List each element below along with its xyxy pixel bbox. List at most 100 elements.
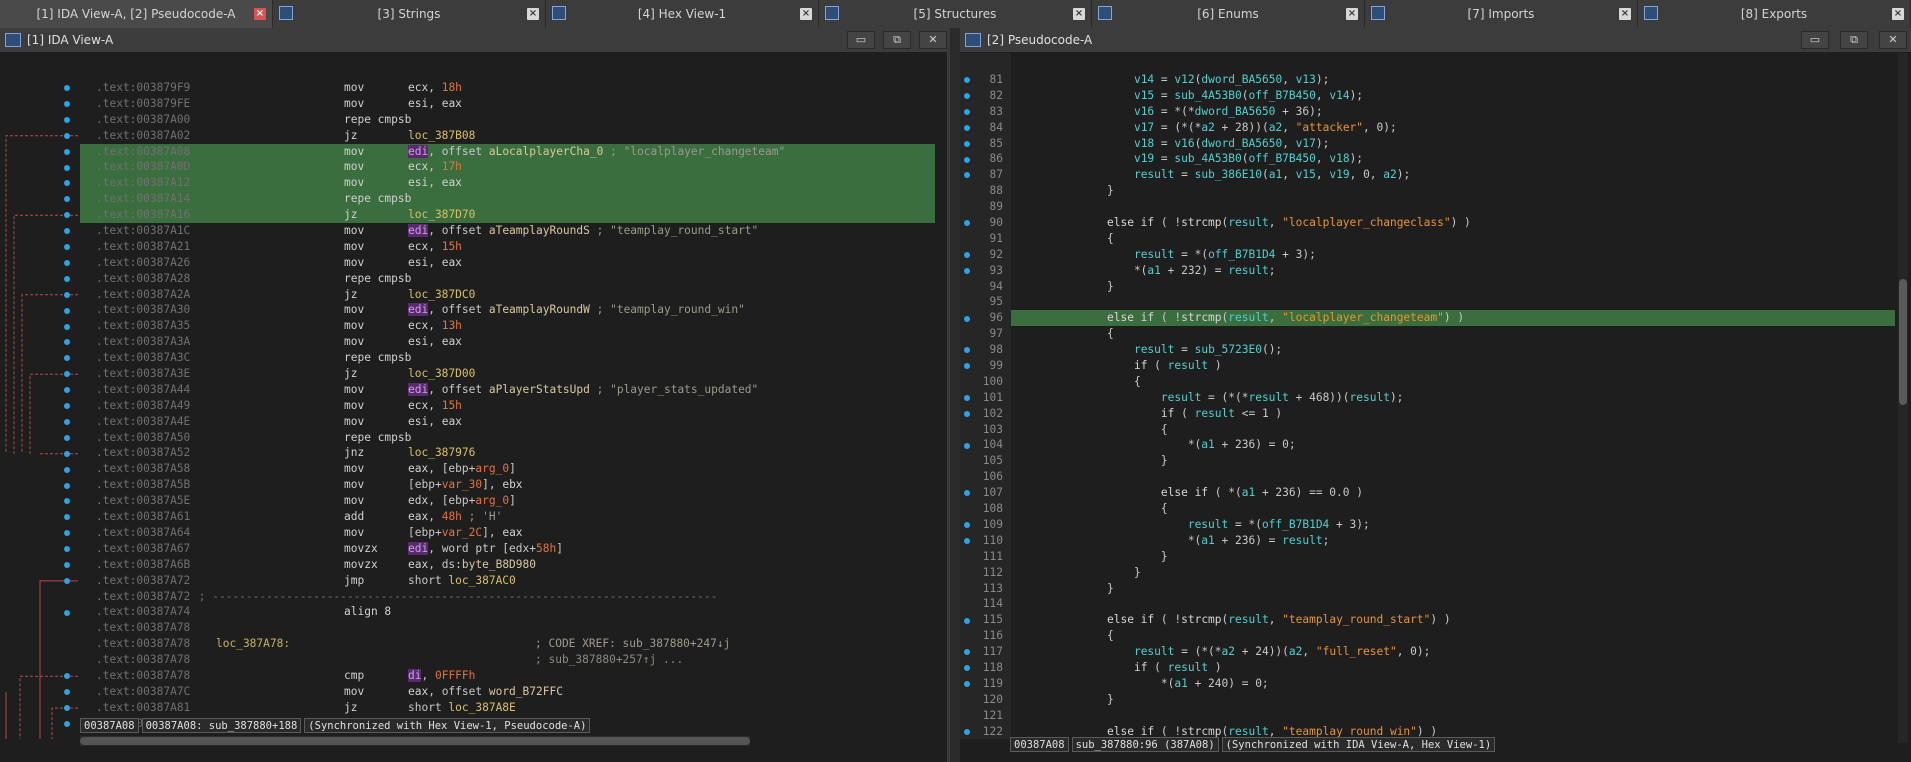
disasm-line[interactable]: .text:00387A3C repe cmpsb [80, 350, 935, 366]
breakpoint-dot[interactable] [964, 395, 970, 401]
token-v[interactable]: a1 [1269, 168, 1282, 181]
token-v[interactable]: off_B7B1D4 [1262, 518, 1329, 531]
operand-loc[interactable]: loc_387B08 [408, 129, 475, 142]
pseudocode-line[interactable]: 114 [960, 596, 1895, 612]
pseudocode-line[interactable]: 104 *(a1 + 236) = 0; [960, 437, 1895, 453]
token-v[interactable]: result [1134, 645, 1174, 658]
pseudocode-line[interactable]: 89 [960, 199, 1895, 215]
close-icon[interactable]: ✕ [919, 31, 947, 49]
pseudocode-line[interactable]: 107 else if ( *(a1 + 236) == 0.0 ) [960, 485, 1895, 501]
pseudocode-line[interactable]: 86 v19 = sub_4A53B0(off_B7B450, v18); [960, 151, 1895, 167]
pseudocode-line[interactable]: 83 v16 = *(*dword_BA5650 + 36); [960, 104, 1895, 120]
token-v[interactable]: dword_BA5650 [1201, 73, 1282, 86]
disasm-line[interactable]: .text:00387A78 [80, 620, 935, 636]
token-v[interactable]: a1 [1174, 677, 1187, 690]
disasm-line[interactable]: .text:00387A7C mov eax, offset word_B72FFC [80, 684, 935, 700]
token-v[interactable]: result [1188, 518, 1228, 531]
breakpoint-dot[interactable] [64, 291, 70, 298]
breakpoint-dot[interactable] [64, 482, 70, 489]
disasm-line[interactable]: .text:00387A50 repe cmpsb [80, 430, 935, 446]
tab-1[interactable]: [1] IDA View-A, [2] Pseudocode-A × [0, 0, 273, 28]
token-v[interactable]: result [1228, 311, 1268, 324]
disasm-line[interactable]: .text:00387A00 repe cmpsb [80, 112, 935, 128]
token-v[interactable]: v19 [1134, 152, 1154, 165]
pseudocode-line[interactable]: 90 else if ( !strcmp(result, "localplayer… [960, 215, 1895, 231]
operand-loc[interactable]: loc_387976 [408, 446, 475, 459]
disasm-line[interactable]: .text:00387A52 jnz loc_387976 [80, 445, 935, 461]
token-v[interactable]: dword_BA5650 [1195, 105, 1276, 118]
pseudocode-line[interactable]: 87 result = sub_386E10(a1, v15, v19, 0, … [960, 167, 1895, 183]
token-v[interactable]: result [1228, 216, 1268, 229]
disasm-line[interactable]: .text:00387A35 mov ecx, 13h [80, 318, 935, 334]
breakpoint-dot[interactable] [64, 275, 70, 282]
disasm-line[interactable]: .text:00387A3E jz loc_387D00 [80, 366, 935, 382]
breakpoint-dot[interactable] [64, 244, 70, 250]
token-v[interactable]: off_B7B450 [1249, 89, 1316, 102]
token-v[interactable]: sub_5723E0 [1195, 343, 1262, 356]
pseudocode-line[interactable]: 119 *(a1 + 240) = 0; [960, 676, 1895, 692]
pseudocode-line[interactable]: 95 [960, 294, 1895, 310]
operand-name[interactable]: aLocalplayerCha_0 [489, 145, 604, 158]
token-v[interactable]: a2 [1269, 121, 1282, 134]
token-v[interactable]: a2 [1222, 645, 1235, 658]
breakpoint-dot[interactable] [64, 418, 70, 425]
disasm-line[interactable]: .text:00387A74 align 8 [80, 604, 935, 620]
token-v[interactable]: off_B7B450 [1249, 152, 1316, 165]
disasm-line[interactable]: .text:00387A64 mov [ebp+var_2C], eax [80, 525, 935, 541]
token-v[interactable]: v17 [1134, 121, 1154, 134]
breakpoint-dot[interactable] [964, 442, 970, 449]
tab-close-icon[interactable]: × [800, 8, 812, 20]
breakpoint-dot[interactable] [64, 85, 70, 91]
breakpoint-dot[interactable] [964, 108, 970, 115]
operand-name[interactable]: word_B72FFC [489, 685, 563, 698]
disasm-line[interactable]: .text:003879F9 mov ecx, 18h [80, 80, 935, 96]
disasm-line[interactable]: .text:00387A1C mov edi, offset aTeamplayRo… [80, 223, 935, 239]
breakpoint-dot[interactable] [64, 307, 70, 314]
token-v[interactable]: result [1228, 725, 1268, 738]
pseudocode-line[interactable]: 110 *(a1 + 236) = result; [960, 533, 1895, 549]
breakpoint-dot[interactable] [964, 315, 970, 322]
pseudocode-line[interactable]: 91 { [960, 231, 1895, 247]
disasm-line[interactable]: .text:00387A81 jz short loc_387A8E [80, 700, 935, 716]
token-v[interactable]: a1 [1147, 264, 1160, 277]
token-v[interactable]: sub_4A53B0 [1174, 89, 1241, 102]
disasm-line[interactable]: .text:00387A21 mov ecx, 15h [80, 239, 935, 255]
token-v[interactable]: sub_4A53B0 [1174, 152, 1241, 165]
breakpoint-dot[interactable] [964, 728, 970, 735]
token-v[interactable]: v14 [1329, 89, 1349, 102]
disasm-line[interactable]: .text:00387A67 movzx edi, word ptr [edx+58… [80, 541, 935, 557]
breakpoint-dot[interactable] [64, 164, 70, 171]
breakpoint-dot[interactable] [964, 92, 970, 99]
token-v[interactable]: result [1161, 391, 1201, 404]
horizontal-scrollbar[interactable] [80, 736, 750, 746]
token-v[interactable]: v18 [1134, 137, 1154, 150]
tab-close-icon[interactable]: × [1892, 8, 1904, 20]
pseudocode-line[interactable]: 92 result = *(off_B7B1D4 + 3); [960, 247, 1895, 263]
token-v[interactable]: v16 [1134, 105, 1154, 118]
disasm-line[interactable]: .text:00387A61 add eax, 48h ; 'H' [80, 509, 935, 525]
pseudocode-line[interactable]: 102 if ( result <= 1 ) [960, 406, 1895, 422]
token-v[interactable]: result [1228, 264, 1268, 277]
operand-loc[interactable]: loc_387D00 [408, 367, 475, 380]
disasm-line[interactable]: .text:00387A4E mov esi, eax [80, 414, 935, 430]
tab-close-icon[interactable]: × [1073, 8, 1085, 20]
tab-7[interactable]: [8] Exports × [1638, 0, 1911, 28]
operand-name[interactable]: aTeamplayRoundS [489, 224, 590, 237]
operand-loc[interactable]: loc_387DC0 [408, 288, 475, 301]
breakpoint-dot[interactable] [64, 721, 70, 727]
pseudocode-line[interactable]: 121 [960, 708, 1895, 724]
token-v[interactable]: v12 [1174, 73, 1194, 86]
token-v[interactable]: off_B7B1D4 [1208, 248, 1275, 261]
breakpoint-dot[interactable] [64, 148, 70, 155]
tab-3[interactable]: [4] Hex View-1 × [546, 0, 819, 28]
token-v[interactable]: sub_386E10 [1195, 168, 1262, 181]
token-v[interactable]: result [1168, 359, 1208, 372]
token-v[interactable]: v18 [1329, 152, 1349, 165]
disasm-line[interactable]: .text:003879FE mov esi, eax [80, 96, 935, 112]
disassembly-view[interactable]: .text:003879F9 mov ecx, 18h .text:003879FE m… [0, 53, 935, 739]
pseudocode-line[interactable]: 108 { [960, 501, 1895, 517]
operand-loc[interactable]: loc_387AC0 [448, 574, 515, 587]
pseudocode-line[interactable]: 111 } [960, 549, 1895, 565]
tab-close-icon[interactable]: × [1619, 8, 1631, 20]
pseudocode-line[interactable]: 98 result = sub_5723E0(); [960, 342, 1895, 358]
